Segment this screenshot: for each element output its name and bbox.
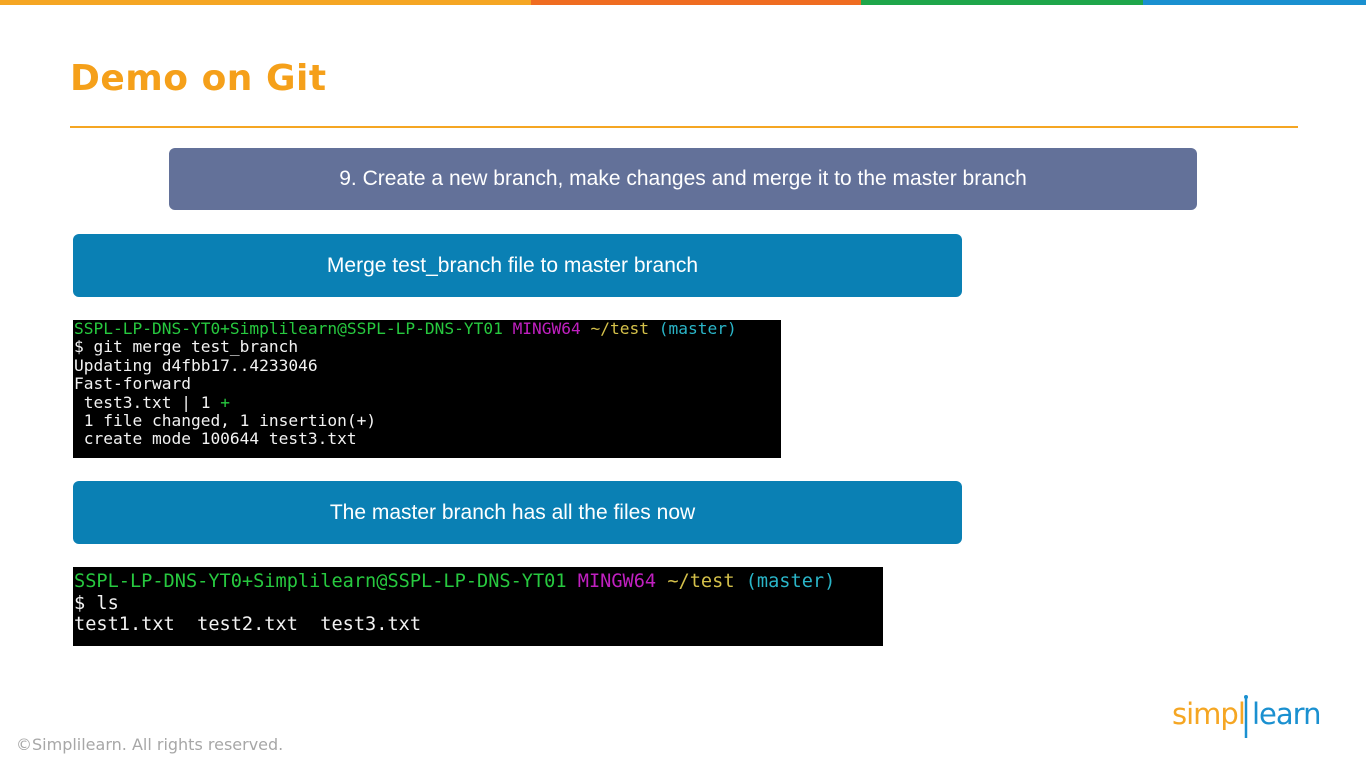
title-divider <box>70 126 1298 128</box>
terminal-output-line: test3.txt | 1 + <box>74 392 781 412</box>
step-banner-text: 9. Create a new branch, make changes and… <box>339 167 1027 190</box>
files-banner-text: The master branch has all the files now <box>329 500 696 524</box>
simplilearn-logo-mark: simpl learn <box>1172 695 1321 738</box>
prompt-user-host: SSPL-LP-DNS-YT0+Simplilearn@SSPL-LP-DNS-… <box>74 319 503 338</box>
simplilearn-logo: simpl learn <box>1172 694 1328 742</box>
prompt-env: MINGW64 <box>577 571 657 592</box>
terminal-command: $ git merge test_branch <box>74 337 299 357</box>
prompt-path: ~/test <box>667 571 735 592</box>
top-stripe-orange <box>0 0 531 5</box>
step-banner: 9. Create a new branch, make changes and… <box>169 148 1197 210</box>
prompt-path: ~/test <box>590 319 650 338</box>
top-stripe-blue <box>1143 0 1366 5</box>
prompt-user-host: SSPL-LP-DNS-YT0+Simplilearn@SSPL-LP-DNS-… <box>74 571 567 592</box>
terminal-output-line: Updating d4fbb17..4233046 <box>74 355 318 375</box>
diffstat-plus: + <box>220 392 230 412</box>
terminal-output-line: 1 file changed, 1 insertion(+) <box>74 411 377 431</box>
logo-part-learn: learn <box>1252 697 1320 731</box>
diffstat-file: test3.txt | 1 <box>74 392 221 412</box>
top-stripe-red <box>531 0 861 5</box>
slide-title: Demo on Git <box>70 58 327 99</box>
prompt-env: MINGW64 <box>512 319 581 338</box>
terminal-prompt: SSPL-LP-DNS-YT0+Simplilearn@SSPL-LP-DNS-… <box>74 319 781 338</box>
terminal-prompt: SSPL-LP-DNS-YT0+Simplilearn@SSPL-LP-DNS-… <box>74 571 883 593</box>
terminal-output-line: Fast-forward <box>74 374 191 394</box>
files-banner: The master branch has all the files now <box>73 481 962 544</box>
terminal-ls: SSPL-LP-DNS-YT0+Simplilearn@SSPL-LP-DNS-… <box>73 567 883 646</box>
prompt-branch: (master) <box>658 319 737 338</box>
prompt-branch: (master) <box>745 571 836 592</box>
terminal-output-line: create mode 100644 test3.txt <box>74 429 357 449</box>
terminal-command: $ ls <box>74 592 119 614</box>
copyright-footer: ©Simplilearn. All rights reserved. <box>16 735 284 754</box>
merge-banner: Merge test_branch file to master branch <box>73 234 962 297</box>
top-stripe-green <box>861 0 1143 5</box>
merge-banner-text: Merge test_branch file to master branch <box>326 253 699 277</box>
logo-part-simpl: simpl <box>1172 697 1245 731</box>
terminal-output-line: test1.txt test2.txt test3.txt <box>74 614 422 635</box>
terminal-merge: SSPL-LP-DNS-YT0+Simplilearn@SSPL-LP-DNS-… <box>73 319 781 458</box>
